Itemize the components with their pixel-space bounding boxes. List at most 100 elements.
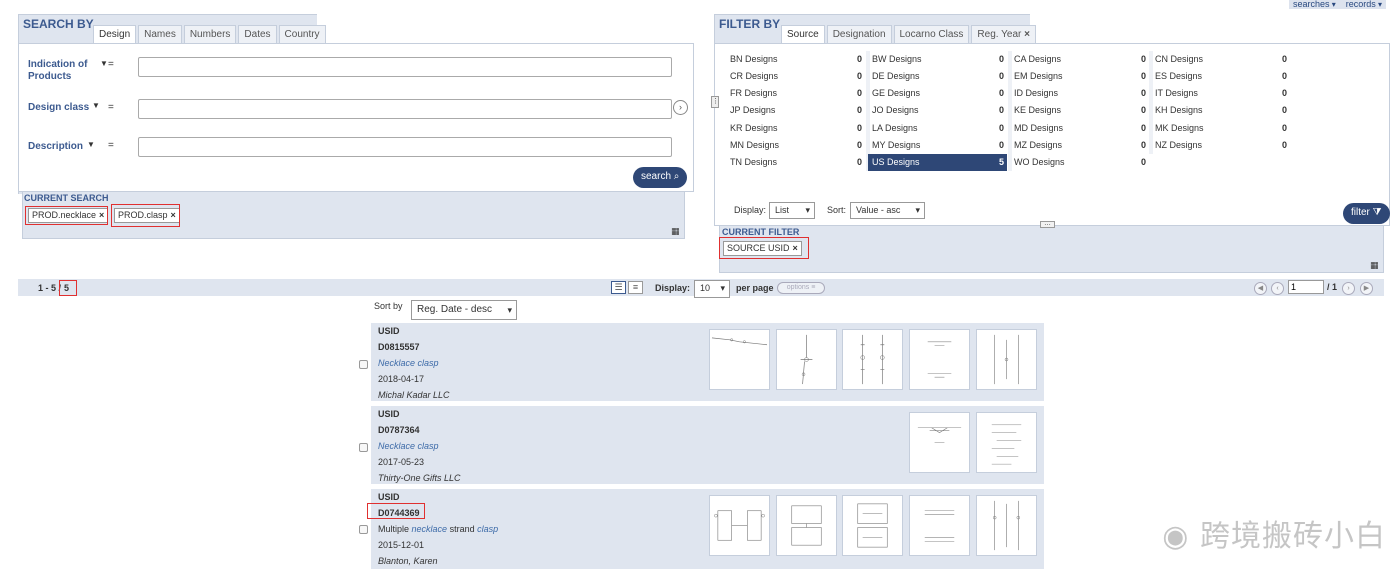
result-date: 2017-05-23 xyxy=(378,457,425,467)
filter-item-wo[interactable]: WO Designs 0 xyxy=(1010,154,1149,171)
prev-page-icon[interactable]: ‹ xyxy=(1271,282,1284,295)
design-thumbnail[interactable] xyxy=(842,495,903,556)
filter-item-em[interactable]: EM Designs 0 xyxy=(1010,68,1149,85)
tab-label: Reg. Year xyxy=(977,29,1022,40)
result-checkbox[interactable] xyxy=(359,360,368,369)
filter-item-fr[interactable]: FR Designs 0 xyxy=(726,85,865,102)
design-thumbnail[interactable] xyxy=(976,495,1037,556)
filter-item-la[interactable]: LA Designs 0 xyxy=(868,120,1007,137)
filter-item-name: JP Designs xyxy=(730,105,776,115)
design-class-expand-icon[interactable]: › xyxy=(673,100,688,115)
design-thumbnail[interactable] xyxy=(976,412,1037,473)
design-thumbnail[interactable] xyxy=(776,329,837,390)
design-thumbnail[interactable] xyxy=(976,329,1037,390)
design-thumbnail[interactable] xyxy=(709,495,770,556)
filter-item-tn[interactable]: TN Designs 0 xyxy=(726,154,865,171)
filter-item-it[interactable]: IT Designs 0 xyxy=(1151,85,1290,102)
filter-sort-select[interactable]: Value - asc xyxy=(850,202,925,219)
detail-view-icon[interactable]: ☰ xyxy=(611,281,626,294)
tab-locarno-class[interactable]: Locarno Class xyxy=(893,25,970,43)
filter-item-jo[interactable]: JO Designs 0 xyxy=(868,102,1007,119)
filter-item-cr[interactable]: CR Designs 0 xyxy=(726,68,865,85)
result-row[interactable]: USID D0815557 Necklace clasp 2018-04-17 … xyxy=(371,323,1044,401)
first-page-icon[interactable]: ◀ xyxy=(1254,282,1267,295)
tab-country[interactable]: Country xyxy=(278,25,326,43)
filter-tabs: Source Designation Locarno Class Reg. Ye… xyxy=(781,25,1036,44)
tab-designation[interactable]: Designation xyxy=(826,25,892,43)
last-page-icon[interactable]: ▶ xyxy=(1360,282,1373,295)
collapse-handle-icon[interactable]: ⋮ xyxy=(711,96,719,108)
page-input[interactable] xyxy=(1288,280,1324,294)
filter-item-us[interactable]: US Designs 5 xyxy=(868,154,1007,171)
filter-item-md[interactable]: MD Designs 0 xyxy=(1010,120,1149,137)
filter-item-my[interactable]: MY Designs 0 xyxy=(868,137,1007,154)
filter-item-count: 0 xyxy=(856,105,862,115)
result-title[interactable]: Multiple necklace strand clasp xyxy=(378,524,498,534)
filter-item-nz[interactable]: NZ Designs 0 xyxy=(1151,137,1290,154)
filter-item-mz[interactable]: MZ Designs 0 xyxy=(1010,137,1149,154)
filter-item-kr[interactable]: KR Designs 0 xyxy=(726,120,865,137)
indication-input[interactable] xyxy=(138,57,672,77)
list-view-icon[interactable]: ≡ xyxy=(628,281,643,294)
next-page-icon[interactable]: › xyxy=(1342,282,1355,295)
filter-item-bw[interactable]: BW Designs 0 xyxy=(868,51,1007,68)
filter-display-select[interactable]: List xyxy=(769,202,815,219)
filter-item-name: WO Designs xyxy=(1014,157,1065,167)
tab-source[interactable]: Source xyxy=(781,25,825,44)
design-class-dropdown-icon[interactable]: ▼ xyxy=(92,101,100,110)
design-thumbnail[interactable] xyxy=(842,329,903,390)
tab-dates[interactable]: Dates xyxy=(238,25,277,43)
design-thumbnail[interactable] xyxy=(909,329,970,390)
filter-item-jp[interactable]: JP Designs 0 xyxy=(726,102,865,119)
results-display-label: Display: xyxy=(655,283,691,293)
filter-item-de[interactable]: DE Designs 0 xyxy=(868,68,1007,85)
searches-menu[interactable]: searches xyxy=(1293,0,1336,9)
design-thumbnail[interactable] xyxy=(909,495,970,556)
result-id[interactable]: D0787364 xyxy=(378,425,420,435)
result-row[interactable]: USID D0744369 Multiple necklace strand c… xyxy=(371,489,1044,569)
tab-reg-year[interactable]: Reg. Year × xyxy=(971,25,1036,43)
tab-numbers[interactable]: Numbers xyxy=(183,25,237,43)
tab-design[interactable]: Design xyxy=(93,25,137,44)
result-title[interactable]: Necklace clasp xyxy=(378,441,439,451)
filter-item-ca[interactable]: CA Designs 0 xyxy=(1010,51,1149,68)
indication-dropdown-icon[interactable]: ▼ xyxy=(100,59,108,68)
watermark: ◉ 跨境搬砖小白 xyxy=(1162,511,1386,555)
result-checkbox[interactable] xyxy=(359,525,368,534)
clear-search-trash-icon[interactable]: ▦ xyxy=(671,226,680,237)
per-page-select[interactable]: 10 xyxy=(694,280,730,298)
clear-filter-trash-icon[interactable]: ▦ xyxy=(1370,260,1379,271)
highlight-box xyxy=(25,206,108,225)
design-thumbnail[interactable] xyxy=(709,329,770,390)
options-button[interactable]: options ≡ xyxy=(777,282,825,294)
highlight-box xyxy=(59,280,77,296)
design-thumbnail[interactable] xyxy=(909,412,970,473)
sortby-select[interactable]: Reg. Date - desc xyxy=(411,300,517,320)
filter-item-kh[interactable]: KH Designs 0 xyxy=(1151,102,1290,119)
result-checkbox[interactable] xyxy=(359,443,368,452)
filter-item-ge[interactable]: GE Designs 0 xyxy=(868,85,1007,102)
design-thumbnail[interactable] xyxy=(776,495,837,556)
filter-item-id[interactable]: ID Designs 0 xyxy=(1010,85,1149,102)
filter-item-cn[interactable]: CN Designs 0 xyxy=(1151,51,1290,68)
design-class-input[interactable] xyxy=(138,99,672,119)
filter-item-mn[interactable]: MN Designs 0 xyxy=(726,137,865,154)
filter-item-ke[interactable]: KE Designs 0 xyxy=(1010,102,1149,119)
result-row[interactable]: USID D0787364 Necklace clasp 2017-05-23 … xyxy=(371,406,1044,484)
description-dropdown-icon[interactable]: ▼ xyxy=(87,140,95,149)
result-id[interactable]: D0815557 xyxy=(378,342,420,352)
filter-item-bn[interactable]: BN Designs 0 xyxy=(726,51,865,68)
search-button[interactable]: search ⌕ xyxy=(633,167,688,188)
close-tab-icon[interactable]: × xyxy=(1024,29,1030,40)
filter-item-mk[interactable]: MK Designs 0 xyxy=(1151,120,1290,137)
expand-handle-icon[interactable]: … xyxy=(1040,220,1055,228)
result-title[interactable]: Necklace clasp xyxy=(378,358,439,368)
tab-names[interactable]: Names xyxy=(138,25,182,43)
filter-item-count: 0 xyxy=(856,123,862,133)
filter-item-es[interactable]: ES Designs 0 xyxy=(1151,68,1290,85)
records-menu[interactable]: records xyxy=(1346,0,1382,9)
filter-item-count: 0 xyxy=(1281,123,1287,133)
filter-item-count: 0 xyxy=(1281,105,1287,115)
filter-button[interactable]: filter ⧩ xyxy=(1343,203,1390,224)
description-input[interactable] xyxy=(138,137,672,157)
